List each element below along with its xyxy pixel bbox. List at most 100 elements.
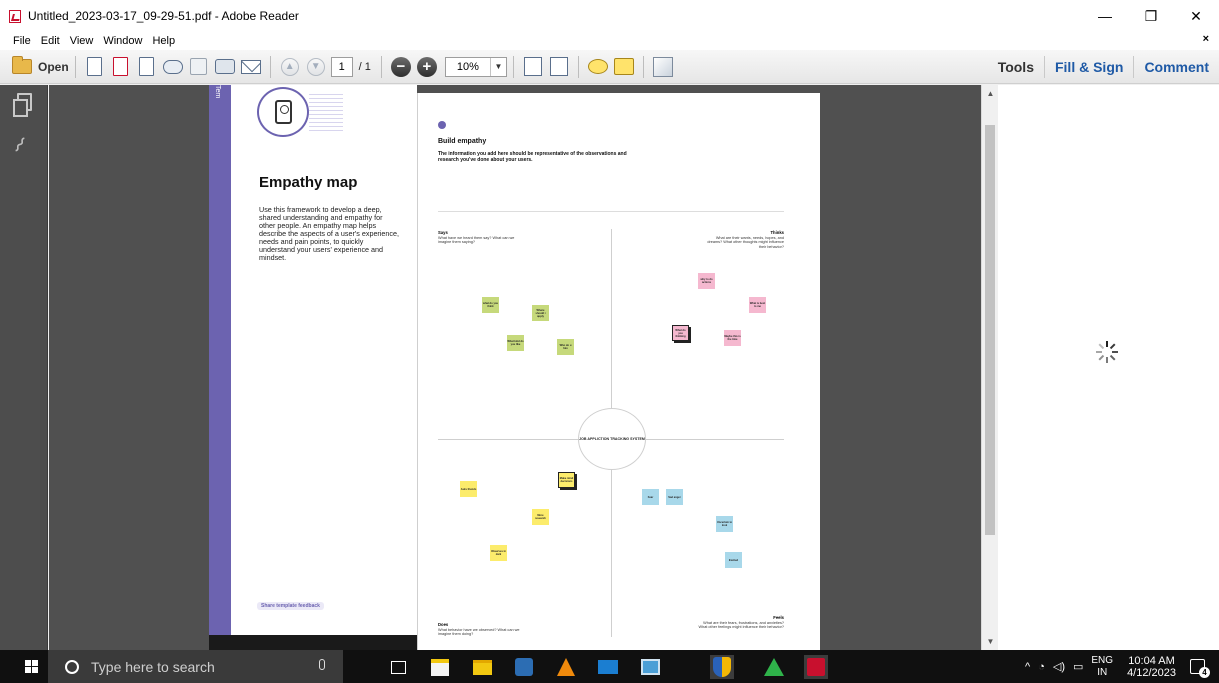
fit-width-button[interactable] [548, 56, 570, 78]
sticky-note[interactable]: What kind do you like [507, 335, 524, 351]
document-viewport[interactable]: Tem Empathy map Use this framework to de… [49, 85, 981, 650]
menu-view[interactable]: View [65, 35, 99, 47]
feels-label: Feels What are their fears, frustrations… [694, 615, 784, 630]
close-button[interactable]: ✕ [1173, 0, 1219, 32]
phone-user-icon [274, 100, 292, 124]
sticky-note[interactable]: Sad anger [666, 489, 683, 505]
export-pdf-icon [113, 57, 129, 76]
adobe-reader-app[interactable] [804, 655, 828, 679]
wifi-icon[interactable]: ◔ [1038, 661, 1045, 673]
sticky-note[interactable]: What do you thinking [672, 325, 689, 341]
menu-window[interactable]: Window [98, 35, 147, 47]
print-button[interactable] [214, 56, 236, 78]
menu-help[interactable]: Help [147, 35, 180, 47]
scroll-up-icon[interactable]: ▲ [982, 85, 999, 102]
fill-sign-button[interactable]: Fill & Sign [1045, 50, 1133, 84]
tools-button[interactable]: Tools [988, 50, 1044, 84]
restore-button[interactable]: ❐ [1128, 0, 1174, 32]
sticky-note[interactable]: Fear [642, 489, 659, 505]
toolbar-separator [269, 55, 271, 78]
vlc-app[interactable] [554, 655, 578, 679]
upload-cloud-button[interactable] [162, 56, 184, 78]
zoom-in-button[interactable]: + [416, 56, 437, 77]
export-pdf-button[interactable] [110, 56, 132, 78]
green-triangle-icon [764, 658, 784, 676]
shield-icon [713, 657, 731, 677]
close-document-button[interactable]: × [1203, 33, 1209, 45]
minimize-button[interactable]: — [1082, 0, 1128, 32]
zoom-out-button[interactable]: − [390, 56, 411, 77]
share-feedback-link[interactable]: Share template feedback [257, 602, 324, 610]
sticky-note[interactable]: what do you think [482, 297, 499, 313]
sticky-note[interactable]: Maybe this is the time [724, 330, 741, 346]
sticky-note[interactable]: Make mind decisions [558, 472, 575, 488]
page-number-input[interactable]: 1 [330, 56, 353, 77]
next-page-button[interactable]: ▼ [305, 56, 327, 78]
full-screen-button[interactable] [652, 56, 674, 78]
sticky-note-button[interactable] [587, 56, 609, 78]
cards-icon [515, 658, 533, 676]
taskbar-search[interactable]: Type here to search [48, 650, 343, 683]
does-description: What behavior have we observed? What can… [438, 627, 520, 637]
input-language[interactable]: ENG IN [1091, 655, 1113, 679]
scroll-down-icon[interactable]: ▼ [982, 633, 999, 650]
menu-edit[interactable]: Edit [36, 35, 65, 47]
sticky-note[interactable]: Who do u hire [557, 339, 574, 355]
store-app[interactable] [428, 655, 452, 679]
vertical-scrollbar[interactable]: ▲ ▼ [981, 85, 998, 650]
loading-spinner-icon [1096, 341, 1118, 363]
previous-page-button[interactable]: ▲ [279, 56, 301, 78]
menu-file[interactable]: File [0, 35, 36, 47]
sticky-note[interactable]: More research [532, 509, 549, 525]
sticky-note[interactable]: Asks friends [460, 481, 477, 497]
sticky-note[interactable]: What is best to me [749, 297, 766, 313]
volume-icon[interactable]: ◁) [1053, 660, 1065, 673]
right-toolbar: Tools Fill & Sign Comment [988, 50, 1219, 84]
save-button[interactable] [188, 56, 210, 78]
scrollbar-thumb[interactable] [985, 125, 995, 535]
photos-app[interactable] [638, 655, 662, 679]
windows-start-icon[interactable] [25, 660, 38, 673]
attachments-icon[interactable]: ⌇ [9, 132, 35, 158]
create-pdf-button[interactable] [84, 56, 106, 78]
sticky-note[interactable]: Where should i apply [532, 305, 549, 321]
navigation-pane: ⌇ [0, 85, 48, 650]
toolbar-separator [512, 55, 514, 78]
clock-time: 10:04 AM [1128, 654, 1175, 667]
vlc-cone-icon [557, 658, 575, 676]
security-app[interactable] [710, 655, 734, 679]
sign-icon [613, 58, 634, 75]
file-explorer-app[interactable] [470, 655, 494, 679]
open-button[interactable]: Open [12, 54, 69, 80]
page-thumbnails-icon[interactable] [13, 93, 32, 117]
task-view-button[interactable] [386, 655, 410, 679]
sticky-note[interactable]: Uncertain to look [716, 516, 733, 532]
page-footer-bar [209, 635, 417, 650]
solitaire-app[interactable] [512, 655, 536, 679]
edit-pdf-button[interactable] [136, 56, 158, 78]
fit-page-button[interactable] [522, 56, 544, 78]
notification-count: 4 [1199, 667, 1210, 678]
battery-icon[interactable]: ▭ [1073, 660, 1083, 673]
email-button[interactable] [240, 56, 262, 78]
sticky-note[interactable]: Observes in dark [490, 545, 507, 561]
show-hidden-icons-icon[interactable]: ^ [1025, 661, 1030, 673]
microphone-icon[interactable] [319, 659, 325, 670]
folder-icon [12, 56, 32, 74]
thinks-description: What are their wants, needs, hopes, and … [707, 235, 784, 249]
sticky-note[interactable]: why to do actions [698, 273, 715, 289]
clock[interactable]: 10:04 AM 4/12/2023 [1127, 655, 1176, 679]
action-center-icon[interactable]: 4 [1190, 659, 1210, 678]
sign-button[interactable] [613, 56, 635, 78]
adobe-reader-icon [807, 658, 825, 676]
comment-button[interactable]: Comment [1134, 50, 1219, 84]
mail-app[interactable] [596, 655, 620, 679]
comment-bubble-icon [587, 59, 608, 74]
search-placeholder: Type here to search [91, 658, 215, 675]
template-sidebar: Tem [209, 85, 231, 650]
toolbar: Open ▲ ▼ 1 / 1 − + 10% ▼ Tools Fill & Si… [0, 50, 1219, 84]
zoom-level-select[interactable]: 10% ▼ [444, 56, 507, 77]
feels-description: What are their fears, frustrations, and … [698, 620, 784, 630]
green-app[interactable] [762, 655, 786, 679]
sticky-note[interactable]: Excited [725, 552, 742, 568]
